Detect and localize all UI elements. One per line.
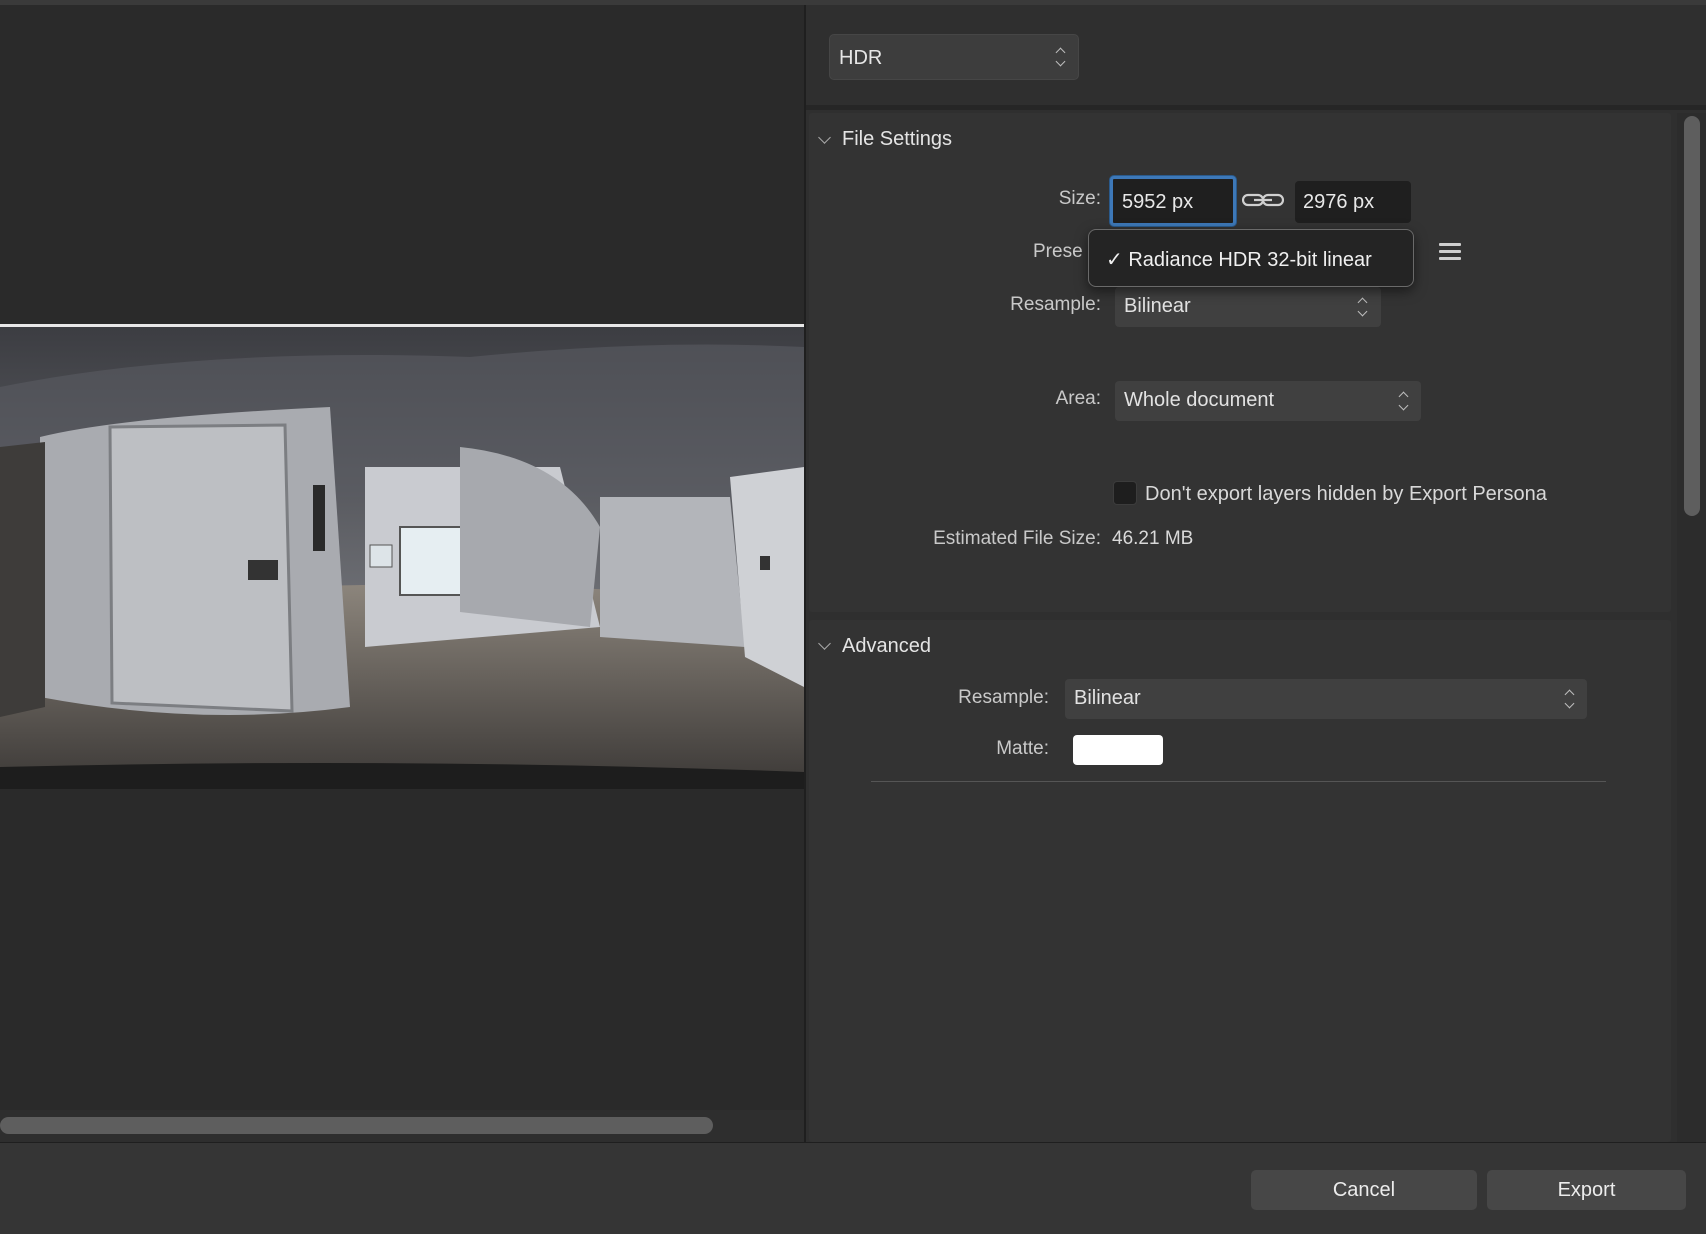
resample-label: Resample: bbox=[1010, 294, 1101, 315]
format-select-value: HDR bbox=[839, 47, 883, 69]
estimated-file-size-label: Estimated File Size: bbox=[933, 528, 1101, 549]
chevron-up-down-icon bbox=[1565, 688, 1575, 710]
preset-menu-item-radiance-hdr[interactable]: ✓ Radiance HDR 32-bit linear bbox=[1106, 247, 1372, 272]
matte-color-swatch[interactable] bbox=[1073, 735, 1163, 765]
settings-vertical-scroll-thumb[interactable] bbox=[1684, 116, 1700, 516]
width-input[interactable]: 5952 px bbox=[1110, 176, 1236, 226]
size-label: Size: bbox=[1058, 188, 1101, 209]
hidden-layers-checkbox-label[interactable]: Don't export layers hidden by Export Per… bbox=[1145, 483, 1547, 506]
panorama-room-illustration bbox=[0, 327, 804, 789]
advanced-resample-label: Resample: bbox=[958, 687, 1049, 708]
resample-select[interactable]: Bilinear bbox=[1115, 287, 1381, 327]
advanced-title[interactable]: Advanced bbox=[842, 635, 931, 658]
cancel-button[interactable]: Cancel bbox=[1251, 1170, 1477, 1210]
advanced-resample-select[interactable]: Bilinear bbox=[1065, 679, 1587, 719]
preset-menu-icon[interactable] bbox=[1439, 243, 1461, 263]
advanced-resample-select-value: Bilinear bbox=[1074, 687, 1141, 709]
preview-horizontal-scroll-thumb[interactable] bbox=[0, 1117, 713, 1134]
matte-label: Matte: bbox=[996, 738, 1049, 759]
chevron-up-down-icon bbox=[1399, 390, 1409, 412]
resample-select-value: Bilinear bbox=[1124, 295, 1191, 317]
chevron-up-down-icon bbox=[1056, 46, 1066, 68]
preset-popup-menu[interactable]: ✓ Radiance HDR 32-bit linear bbox=[1088, 229, 1414, 287]
hidden-layers-checkbox[interactable] bbox=[1113, 481, 1137, 505]
file-settings-title[interactable]: File Settings bbox=[842, 128, 952, 151]
advanced-separator bbox=[871, 781, 1606, 782]
area-select[interactable]: Whole document bbox=[1115, 381, 1421, 421]
preset-label: Prese bbox=[1033, 241, 1083, 262]
estimated-file-size-value: 46.21 MB bbox=[1112, 528, 1194, 549]
width-input-value: 5952 px bbox=[1122, 191, 1194, 213]
header-separator bbox=[806, 105, 1706, 110]
export-button[interactable]: Export bbox=[1487, 1170, 1686, 1210]
area-select-value: Whole document bbox=[1124, 389, 1275, 411]
format-select[interactable]: HDR bbox=[829, 34, 1079, 80]
height-input[interactable]: 2976 px bbox=[1295, 181, 1411, 223]
link-aspect-ratio-icon[interactable] bbox=[1242, 190, 1284, 210]
area-label: Area: bbox=[1055, 388, 1101, 409]
chevron-up-down-icon bbox=[1358, 296, 1368, 318]
panorama-preview-image bbox=[0, 324, 804, 789]
height-input-value: 2976 px bbox=[1303, 191, 1375, 213]
